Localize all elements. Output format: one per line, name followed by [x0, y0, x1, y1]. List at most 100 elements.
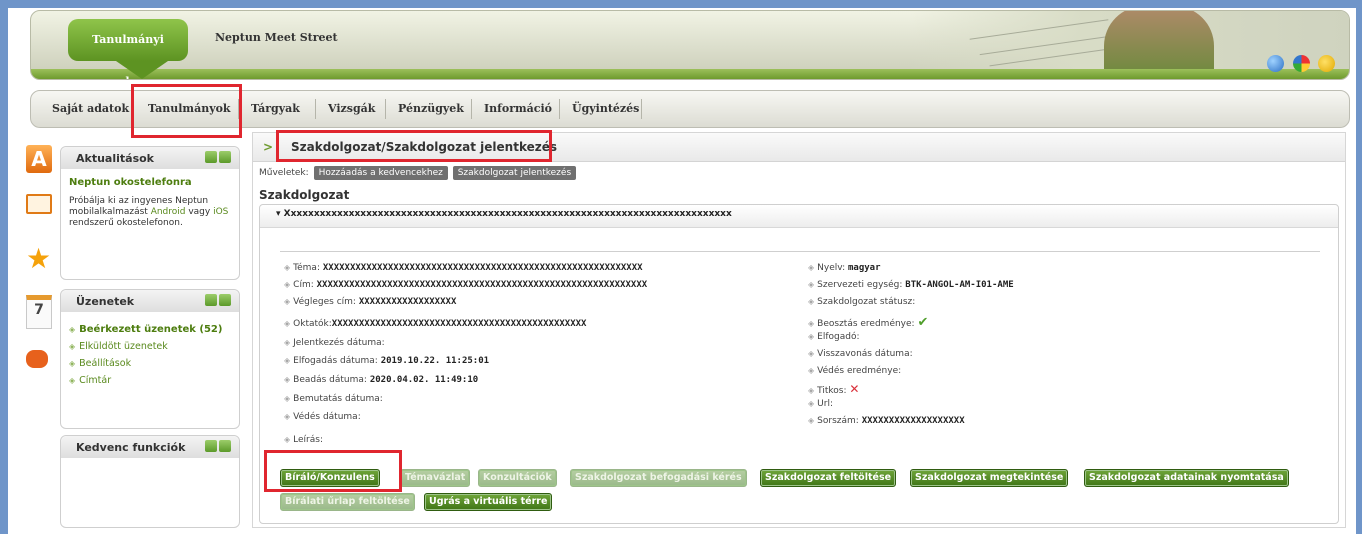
close-icon[interactable]: [219, 151, 231, 163]
diamond-icon: ◈: [808, 332, 815, 341]
virtual-space-button[interactable]: Ugrás a virtuális térre: [424, 493, 553, 511]
globe-icon[interactable]: [1267, 55, 1284, 72]
news-headline[interactable]: Neptun okostelefonra: [69, 177, 231, 188]
page-title: Szakdolgozat/Szakdolgozat jelentkezés: [291, 140, 558, 154]
home-icon[interactable]: [26, 188, 52, 214]
diamond-icon: ◈: [284, 412, 291, 421]
thesis-panel-header[interactable]: ▾ Xxxxxxxxxxxxxxxxxxxxxxxxxxxxxxxxxxxxxx…: [260, 205, 1338, 228]
diamond-icon: ◈: [808, 263, 815, 272]
header-icons: [1262, 55, 1335, 72]
field-elfogado: ◈ Elfogadó:: [808, 332, 860, 342]
main-content: > Szakdolgozat/Szakdolgozat jelentkezés …: [252, 132, 1346, 528]
font-size-icon[interactable]: A: [26, 145, 52, 173]
calendar-day: 7: [26, 295, 52, 329]
diamond-icon: ◈: [808, 399, 815, 408]
field-tema: ◈ Téma: XXXXXXXXXXXXXXXXXXXXXXXXXXXXXXXXX…: [284, 263, 643, 273]
directory-link[interactable]: ◈ Címtár: [69, 375, 231, 386]
smiley-icon[interactable]: [1318, 55, 1335, 72]
diamond-icon: ◈: [69, 376, 76, 385]
android-link[interactable]: Android: [151, 207, 186, 217]
field-vedes-eredmenye: ◈ Védés eredménye:: [808, 366, 902, 376]
menu-item-sajat-adatok[interactable]: Saját adatok: [52, 91, 129, 127]
diamond-icon: ◈: [808, 319, 815, 328]
actions-label: Műveletek:: [259, 168, 309, 178]
thesis-view-button[interactable]: Szakdolgozat megtekintése: [910, 469, 1069, 487]
thesis-acceptance-request-button[interactable]: Szakdolgozat befogadási kérés: [570, 469, 747, 487]
meet-street-link[interactable]: Neptun Meet Street: [215, 31, 338, 44]
window-frame-top: [0, 0, 1362, 8]
menu-item-targyak[interactable]: Tárgyak: [251, 91, 300, 127]
field-beosztas-eredmenye: ◈ Beosztás eredménye: ✔: [808, 315, 929, 330]
inbox-link[interactable]: ◈ Beérkezett üzenetek (52): [69, 324, 231, 335]
ios-link[interactable]: iOS: [213, 207, 228, 217]
field-titkos: ◈ Titkos: ✕: [808, 382, 860, 396]
field-nyelv: ◈ Nyelv: magyar: [808, 263, 881, 273]
diamond-icon: ◈: [808, 366, 815, 375]
diamond-icon: ◈: [808, 349, 815, 358]
calendar-icon[interactable]: 7: [26, 295, 52, 329]
field-szervezeti-egyseg: ◈ Szervezeti egység: BTK-ANGOL-AM-I01-AME: [808, 280, 1014, 290]
diamond-icon: ◈: [284, 394, 291, 403]
diamond-icon: ◈: [284, 280, 291, 289]
diamond-icon: ◈: [69, 342, 76, 351]
refresh-icon[interactable]: [205, 294, 217, 306]
menu-separator: [641, 99, 642, 119]
refresh-icon[interactable]: [205, 440, 217, 452]
messages-box-title: Üzenetek: [76, 295, 135, 308]
close-icon[interactable]: [219, 440, 231, 452]
refresh-icon[interactable]: [205, 151, 217, 163]
field-sorszam: ◈ Sorszám: XXXXXXXXXXXXXXXXXXX: [808, 416, 965, 426]
main-menu: Saját adatok Tanulmányok Tárgyak Vizsgák…: [30, 90, 1350, 128]
messages-box-header: Üzenetek: [61, 290, 239, 312]
diamond-icon: ◈: [808, 297, 815, 306]
field-oktatok: ◈ Oktatók:XXXXXXXXXXXXXXXXXXXXXXXXXXXXXXX…: [284, 319, 587, 329]
field-szakdolgozat-statusz: ◈ Szakdolgozat státusz:: [808, 297, 916, 307]
topic-draft-button[interactable]: Témavázlat: [400, 469, 471, 487]
menu-separator: [471, 99, 472, 119]
message-settings-link[interactable]: ◈ Beállítások: [69, 358, 231, 369]
thesis-upload-button[interactable]: Szakdolgozat feltöltése: [760, 469, 897, 487]
thesis-application-button[interactable]: Szakdolgozat jelentkezés: [452, 166, 577, 180]
field-cim: ◈ Cím: XXXXXXXXXXXXXXXXXXXXXXXXXXXXXXXXXX…: [284, 280, 648, 290]
diamond-icon: ◈: [284, 375, 291, 384]
cross-icon: ✕: [849, 382, 860, 396]
field-vegleges-cim: ◈ Végleges cím: XXXXXXXXXXXXXXXXXX: [284, 297, 457, 307]
window-frame-right: [1356, 0, 1362, 534]
section-title: Szakdolgozat: [259, 188, 350, 202]
close-icon[interactable]: [219, 294, 231, 306]
thesis-print-button[interactable]: Szakdolgozat adatainak nyomtatása: [1084, 469, 1289, 487]
window-frame-left: [0, 0, 8, 534]
favorites-box-title: Kedvenc funkciók: [76, 441, 186, 454]
star-icon[interactable]: ★: [26, 245, 52, 273]
menu-item-informacio[interactable]: Információ: [484, 91, 552, 127]
field-beadas-datuma: ◈ Beadás dátuma: 2020.04.02. 11:49:10: [284, 375, 479, 385]
menu-item-tanulmanyok[interactable]: Tanulmányok: [148, 91, 231, 127]
menu-separator: [385, 99, 386, 119]
color-wheel-icon[interactable]: [1292, 55, 1310, 72]
sent-messages-link[interactable]: ◈ Elküldött üzenetek: [69, 341, 231, 352]
menu-item-ugyintezes[interactable]: Ügyintézés: [572, 91, 639, 127]
menu-separator: [559, 99, 560, 119]
diamond-icon: ◈: [808, 280, 815, 289]
menu-item-vizsgak[interactable]: Vizsgák: [328, 91, 375, 127]
favorites-box: Kedvenc funkciók: [60, 435, 240, 528]
diamond-icon: ◈: [69, 359, 76, 368]
field-elfogadas-datuma: ◈ Elfogadás dátuma: 2019.10.22. 11:25:01: [284, 356, 490, 366]
brand-tab-arrow: [116, 61, 168, 79]
check-icon: ✔: [917, 315, 929, 330]
add-to-favorites-button[interactable]: Hozzáadás a kedvencekhez: [313, 166, 448, 180]
diamond-icon: ◈: [284, 356, 291, 365]
thesis-header-text: ▾ Xxxxxxxxxxxxxxxxxxxxxxxxxxxxxxxxxxxxxx…: [276, 209, 732, 219]
diamond-icon: ◈: [808, 416, 815, 425]
diamond-icon: ◈: [808, 386, 815, 395]
consultations-button[interactable]: Konzultációk: [478, 469, 557, 487]
reviewer-consultant-button[interactable]: Bíráló/Konzulens: [280, 469, 380, 487]
brand-tab[interactable]: Tanulmányi rendszer: [68, 19, 188, 79]
menu-item-penzugyek[interactable]: Pénzügyek: [398, 91, 464, 127]
news-box-header: Aktualitások: [61, 147, 239, 169]
news-box-title: Aktualitások: [76, 152, 154, 165]
field-bemutatas-datuma: ◈ Bemutatás dátuma:: [284, 394, 383, 404]
review-form-upload-button[interactable]: Bírálati űrlap feltöltése: [280, 493, 415, 511]
chat-icon[interactable]: [26, 350, 52, 376]
field-vedes-datuma: ◈ Védés dátuma:: [284, 412, 361, 422]
